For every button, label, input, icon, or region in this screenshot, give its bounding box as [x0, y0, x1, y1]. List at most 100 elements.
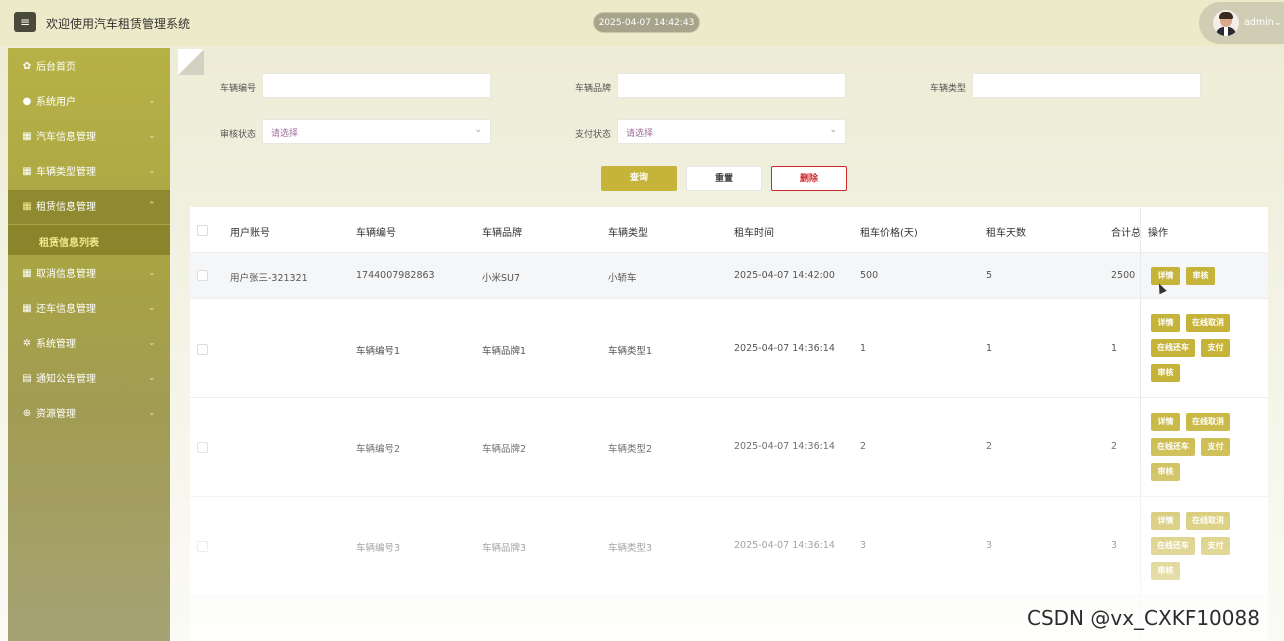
chevron-up-icon: ⌃: [148, 201, 156, 211]
pay-status-placeholder: 请选择: [626, 129, 654, 139]
col-brand: 车辆品牌: [482, 228, 522, 239]
online-cancel-button[interactable]: 在线取消: [1186, 512, 1230, 530]
online-return-button[interactable]: 在线还车: [1151, 537, 1195, 555]
sidebar-subitem-rental-list[interactable]: 租赁信息列表: [8, 225, 170, 255]
online-return-button[interactable]: 在线还车: [1151, 339, 1195, 357]
sidebar-item-home[interactable]: ✿ 后台首页: [8, 50, 170, 84]
type-label: 车辆类型: [930, 84, 967, 94]
sidebar-item-system-manage[interactable]: ✲ 系统管理 ⌄: [8, 327, 170, 361]
resource-icon: ⊕: [22, 408, 32, 419]
cell-brand: 车辆品牌1: [482, 346, 527, 357]
detail-button[interactable]: 详情: [1151, 314, 1180, 332]
user-name[interactable]: admin⌄: [1244, 17, 1282, 28]
chevron-down-icon: ⌄: [829, 125, 837, 135]
sidebar-item-vehicle-type[interactable]: ▦ 车辆类型管理 ⌄: [8, 155, 170, 189]
sidebar-subitem-label: 租赁信息列表: [39, 238, 99, 249]
cell-time: 2025-04-07 14:36:14: [734, 441, 835, 452]
reset-button[interactable]: 重置: [686, 166, 762, 191]
chevron-down-icon: ⌄: [474, 125, 482, 135]
user-menu[interactable]: admin⌄: [1199, 2, 1284, 44]
vehicle-no-input[interactable]: [262, 73, 491, 98]
sidebar-item-cancel-info[interactable]: ▦ 取消信息管理 ⌄: [8, 257, 170, 291]
cell-total: 3: [1111, 540, 1118, 551]
sidebar-item-car-info[interactable]: ▦ 汽车信息管理 ⌄: [8, 120, 170, 154]
chevron-down-icon: ⌄: [148, 338, 156, 348]
sidebar-item-rental-info[interactable]: ▦ 租赁信息管理 ⌃: [8, 190, 170, 224]
cell-price: 500: [860, 270, 879, 281]
chevron-down-icon: ⌄: [148, 408, 156, 418]
cell-vehicle-no: 车辆编号3: [356, 543, 401, 554]
row-checkbox[interactable]: [197, 442, 208, 453]
audit-button[interactable]: 审核: [1151, 463, 1180, 481]
pay-status-label: 支付状态: [575, 130, 612, 140]
chevron-down-icon: ⌄: [148, 373, 156, 383]
row-checkbox[interactable]: [197, 270, 208, 281]
sidebar-item-label: 资源管理: [36, 409, 76, 420]
col-days: 租车天数: [986, 228, 1026, 239]
brand-label: 车辆品牌: [575, 84, 612, 94]
table-row[interactable]: 车辆编号3 车辆品牌3 车辆类型3 2025-04-07 14:36:14 3 …: [190, 497, 1268, 596]
cell-time: 2025-04-07 14:42:00: [734, 270, 835, 281]
audit-status-placeholder: 请选择: [271, 129, 299, 139]
pay-status-select[interactable]: 请选择 ⌄: [617, 119, 846, 144]
audit-button[interactable]: 审核: [1151, 562, 1180, 580]
online-cancel-button[interactable]: 在线取消: [1186, 314, 1230, 332]
delete-button[interactable]: 删除: [771, 166, 847, 191]
sidebar-item-resource[interactable]: ⊕ 资源管理 ⌄: [8, 397, 170, 431]
top-header: ≡ 欢迎使用汽车租赁管理系统 2025-04-07 14:42:43 admin…: [0, 0, 1284, 46]
table-row[interactable]: 车辆编号1 车辆品牌1 车辆类型1 2025-04-07 14:36:14 1 …: [190, 299, 1268, 398]
cell-price: 2: [860, 441, 867, 452]
chevron-down-icon: ⌄: [148, 96, 156, 106]
audit-button[interactable]: 审核: [1151, 364, 1180, 382]
row-checkbox[interactable]: [197, 344, 208, 355]
hamburger-menu-icon[interactable]: ≡: [14, 12, 36, 32]
detail-button[interactable]: 详情: [1151, 413, 1180, 431]
sidebar-item-notice[interactable]: ▤ 通知公告管理 ⌄: [8, 362, 170, 396]
select-all-checkbox[interactable]: [197, 225, 208, 236]
online-return-button[interactable]: 在线还车: [1151, 438, 1195, 456]
cell-price: 3: [860, 540, 867, 551]
cell-vehicle-no: 车辆编号1: [356, 346, 401, 357]
cell-brand: 车辆品牌3: [482, 543, 527, 554]
vehicle-no-label: 车辆编号: [220, 84, 257, 94]
watermark: CSDN @vx_CXKF10088: [1027, 606, 1260, 630]
detail-button[interactable]: 详情: [1151, 512, 1180, 530]
query-button[interactable]: 查询: [601, 166, 677, 191]
sidebar-item-label: 取消信息管理: [36, 269, 96, 280]
brand-input[interactable]: [617, 73, 846, 98]
gear-icon: ✲: [22, 338, 32, 349]
avatar[interactable]: [1213, 10, 1239, 36]
table-row[interactable]: 用户张三-321321 1744007982863 小米SU7 小轿车 2025…: [190, 253, 1268, 299]
cell-days: 3: [986, 540, 993, 551]
pay-button[interactable]: 支付: [1201, 339, 1230, 357]
col-user: 用户账号: [230, 228, 270, 239]
audit-status-label: 审核状态: [220, 130, 257, 140]
type-input[interactable]: [972, 73, 1201, 98]
sidebar-item-label: 后台首页: [36, 62, 76, 73]
grid-icon: ▦: [22, 201, 32, 212]
sidebar-item-label: 租赁信息管理: [36, 202, 96, 213]
sidebar-item-label: 系统用户: [36, 97, 76, 108]
row-checkbox[interactable]: [197, 541, 208, 552]
cell-type: 车辆类型2: [608, 444, 653, 455]
sidebar-item-label: 还车信息管理: [36, 304, 96, 315]
datetime-display: 2025-04-07 14:42:43: [593, 12, 700, 33]
chevron-down-icon: ⌄: [1273, 17, 1282, 28]
cell-user: 用户张三-321321: [230, 273, 308, 284]
sidebar-item-return-info[interactable]: ▦ 还车信息管理 ⌄: [8, 292, 170, 326]
audit-status-select[interactable]: 请选择 ⌄: [262, 119, 491, 144]
audit-button[interactable]: 审核: [1186, 267, 1215, 285]
notice-icon: ▤: [22, 373, 32, 384]
pay-button[interactable]: 支付: [1201, 438, 1230, 456]
online-cancel-button[interactable]: 在线取消: [1186, 413, 1230, 431]
cell-total: 2500: [1111, 270, 1136, 281]
grid-icon: ▦: [22, 131, 32, 142]
cell-type: 小轿车: [608, 273, 637, 284]
sidebar-item-system-users[interactable]: ● 系统用户 ⌄: [8, 85, 170, 119]
table-row[interactable]: 车辆编号2 车辆品牌2 车辆类型2 2025-04-07 14:36:14 2 …: [190, 398, 1268, 497]
detail-button[interactable]: 详情: [1151, 267, 1180, 285]
cell-type: 车辆类型3: [608, 543, 653, 554]
pay-button[interactable]: 支付: [1201, 537, 1230, 555]
cell-type: 车辆类型1: [608, 346, 653, 357]
page-fold-corner: [178, 49, 204, 75]
